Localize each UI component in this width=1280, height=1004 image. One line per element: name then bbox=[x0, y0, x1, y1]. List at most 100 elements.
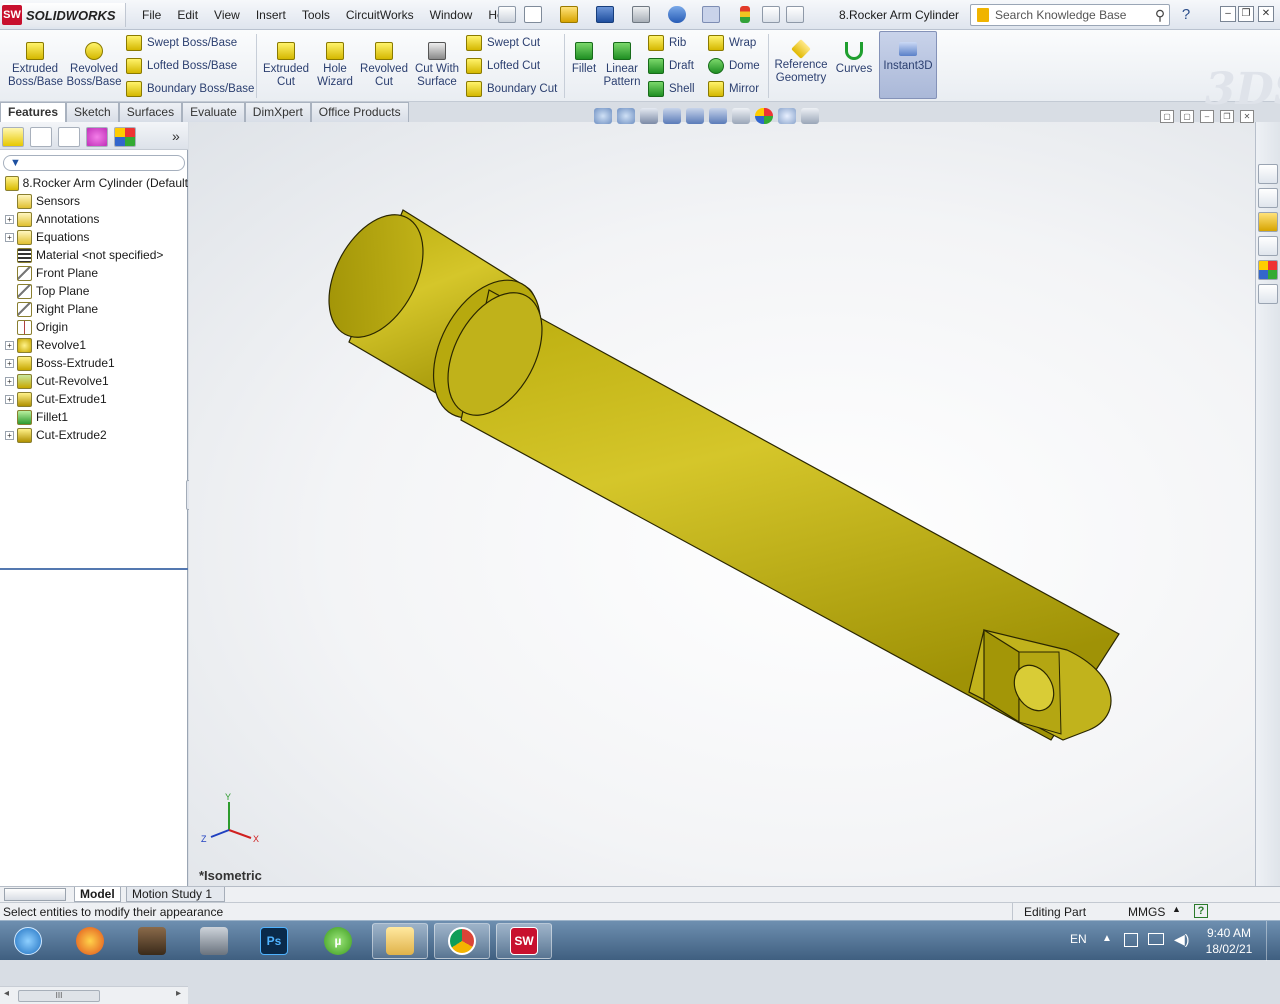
tree-node-material[interactable]: Material <not specified> bbox=[0, 246, 188, 264]
tree-node-cut-revolve1[interactable]: + Cut-Revolve1 bbox=[0, 372, 188, 390]
instant3d-button[interactable]: Instant3D bbox=[879, 31, 937, 99]
search-knowledge-base[interactable]: Search Knowledge Base ⚲ bbox=[970, 4, 1170, 26]
help-status-icon[interactable]: ? bbox=[1194, 904, 1208, 918]
close-icon[interactable]: ✕ bbox=[1258, 6, 1274, 22]
zoom-to-fit-icon[interactable] bbox=[594, 108, 612, 124]
scroll-left-icon[interactable]: ◂ bbox=[4, 988, 9, 999]
viewport-close-icon[interactable]: ✕ bbox=[1240, 110, 1254, 123]
revolved-boss-button[interactable]: Revolved Boss/Base bbox=[66, 38, 122, 89]
mirror-button[interactable]: Mirror bbox=[708, 80, 759, 98]
print-icon[interactable] bbox=[632, 6, 650, 23]
file-properties-icon[interactable] bbox=[762, 6, 780, 23]
expand-icon[interactable]: + bbox=[5, 232, 14, 242]
draft-button[interactable]: Draft bbox=[648, 57, 694, 75]
action-center-flag-icon[interactable] bbox=[1124, 933, 1138, 947]
menu-view[interactable]: View bbox=[206, 8, 248, 22]
select-arrow-icon[interactable] bbox=[702, 6, 720, 23]
swept-cut-button[interactable]: Swept Cut bbox=[466, 34, 540, 52]
solidworks-logo[interactable]: SW SOLIDWORKS bbox=[2, 3, 126, 27]
search-icon[interactable]: ⚲ bbox=[1151, 7, 1169, 24]
hide-show-items-icon[interactable] bbox=[732, 108, 750, 124]
units-selector[interactable]: MMGS bbox=[1128, 905, 1165, 919]
dimxpert-manager-tab-icon[interactable] bbox=[86, 127, 108, 147]
open-folder-icon[interactable] bbox=[560, 6, 578, 23]
reference-geometry-button[interactable]: Reference Geometry bbox=[772, 38, 830, 85]
tree-node-sensors[interactable]: Sensors bbox=[0, 192, 188, 210]
menu-tools[interactable]: Tools bbox=[294, 8, 338, 22]
taskbar-firefox[interactable] bbox=[62, 923, 118, 959]
rebuild-traffic-light-icon[interactable] bbox=[740, 6, 750, 23]
view-palette-icon[interactable] bbox=[1258, 236, 1278, 256]
swept-boss-button[interactable]: Swept Boss/Base bbox=[126, 34, 237, 52]
tree-node-8rocker[interactable]: 8.Rocker Arm Cylinder (Default bbox=[0, 174, 188, 192]
boundary-cut-button[interactable]: Boundary Cut bbox=[466, 80, 557, 98]
viewport-minimize-icon[interactable]: – bbox=[1200, 110, 1214, 123]
help-icon[interactable]: ? bbox=[1178, 6, 1194, 23]
tree-node-cut-extrude1[interactable]: + Cut-Extrude1 bbox=[0, 390, 188, 408]
language-indicator[interactable]: EN bbox=[1070, 932, 1087, 946]
viewport-tile-icon[interactable]: ▢ bbox=[1160, 110, 1174, 123]
rib-button[interactable]: Rib bbox=[648, 34, 686, 52]
search-input[interactable]: Search Knowledge Base bbox=[995, 8, 1151, 22]
taskbar-counter-strike[interactable] bbox=[186, 923, 242, 959]
graphics-area[interactable]: Y X Z bbox=[189, 122, 1255, 886]
previous-view-icon[interactable] bbox=[640, 108, 658, 124]
file-explorer-icon[interactable] bbox=[1258, 212, 1278, 232]
linear-pattern-button[interactable]: Linear Pattern bbox=[602, 38, 642, 89]
view-settings-icon[interactable] bbox=[801, 108, 819, 124]
taskbar-chrome[interactable] bbox=[434, 923, 490, 959]
feature-manager-tab-icon[interactable] bbox=[2, 127, 24, 147]
tree-node-boss-extrude1[interactable]: + Boss-Extrude1 bbox=[0, 354, 188, 372]
tree-node-fillet1[interactable]: Fillet1 bbox=[0, 408, 188, 426]
start-button[interactable] bbox=[0, 923, 56, 959]
new-document-icon[interactable] bbox=[524, 6, 542, 23]
menu-file[interactable]: File bbox=[134, 8, 169, 22]
tree-node-cut-extrude2[interactable]: + Cut-Extrude2 bbox=[0, 426, 188, 444]
lofted-cut-button[interactable]: Lofted Cut bbox=[466, 57, 540, 75]
tab-surfaces[interactable]: Surfaces bbox=[118, 102, 183, 122]
tree-node-annotations[interactable]: + Annotations bbox=[0, 210, 188, 228]
feature-tree-filter[interactable]: ▼ bbox=[3, 155, 185, 171]
tree-node-revolve1[interactable]: + Revolve1 bbox=[0, 336, 188, 354]
restore-icon[interactable]: ❐ bbox=[1238, 6, 1254, 22]
custom-properties-icon[interactable] bbox=[1258, 284, 1278, 304]
shell-button[interactable]: Shell bbox=[648, 80, 695, 98]
design-library-icon[interactable] bbox=[1258, 188, 1278, 208]
wrap-button[interactable]: Wrap bbox=[708, 34, 756, 52]
expand-icon[interactable]: + bbox=[5, 358, 14, 368]
menu-circuitworks[interactable]: CircuitWorks bbox=[338, 8, 422, 22]
tree-node-equations[interactable]: + Equations bbox=[0, 228, 188, 246]
taskbar-game[interactable] bbox=[124, 923, 180, 959]
tree-node-front[interactable]: Front Plane bbox=[0, 264, 188, 282]
scroll-thumb[interactable]: III bbox=[18, 990, 100, 1002]
undo-icon[interactable] bbox=[668, 6, 686, 23]
revolved-cut-button[interactable]: Revolved Cut bbox=[358, 38, 410, 89]
section-view-icon[interactable] bbox=[663, 108, 681, 124]
taskbar-solidworks[interactable]: SW bbox=[496, 923, 552, 959]
property-manager-tab-icon[interactable] bbox=[30, 127, 52, 147]
part-model[interactable] bbox=[189, 122, 1255, 886]
cut-with-surface-button[interactable]: Cut With Surface bbox=[412, 38, 462, 89]
panel-expand-icon[interactable]: » bbox=[172, 128, 180, 144]
viewport-split-icon[interactable]: ▢ bbox=[1180, 110, 1194, 123]
menu-edit[interactable]: Edit bbox=[169, 8, 206, 22]
display-manager-tab-icon[interactable] bbox=[114, 127, 136, 147]
viewport-restore-icon[interactable]: ❐ bbox=[1220, 110, 1234, 123]
taskbar-file-explorer[interactable] bbox=[372, 923, 428, 959]
expand-icon[interactable]: + bbox=[5, 214, 14, 224]
expand-icon[interactable]: + bbox=[5, 430, 14, 440]
edit-appearance-icon[interactable] bbox=[755, 108, 773, 124]
expand-icon[interactable]: + bbox=[5, 376, 14, 386]
network-icon[interactable] bbox=[1148, 933, 1164, 945]
fillet-button[interactable]: Fillet bbox=[568, 38, 600, 76]
expand-icon[interactable]: + bbox=[5, 340, 14, 350]
options-icon[interactable] bbox=[786, 6, 804, 23]
horizontal-scrollbar[interactable]: ◂ III ▸ bbox=[0, 986, 188, 1004]
tab-sketch[interactable]: Sketch bbox=[66, 102, 119, 122]
tab-evaluate[interactable]: Evaluate bbox=[182, 102, 245, 122]
menu-insert[interactable]: Insert bbox=[248, 8, 294, 22]
show-hidden-icons-icon[interactable]: ▲ bbox=[1102, 933, 1112, 944]
boundary-boss-button[interactable]: Boundary Boss/Base bbox=[126, 80, 254, 98]
extruded-boss-button[interactable]: Extruded Boss/Base bbox=[8, 38, 63, 89]
tree-node-origin[interactable]: Origin bbox=[0, 318, 188, 336]
